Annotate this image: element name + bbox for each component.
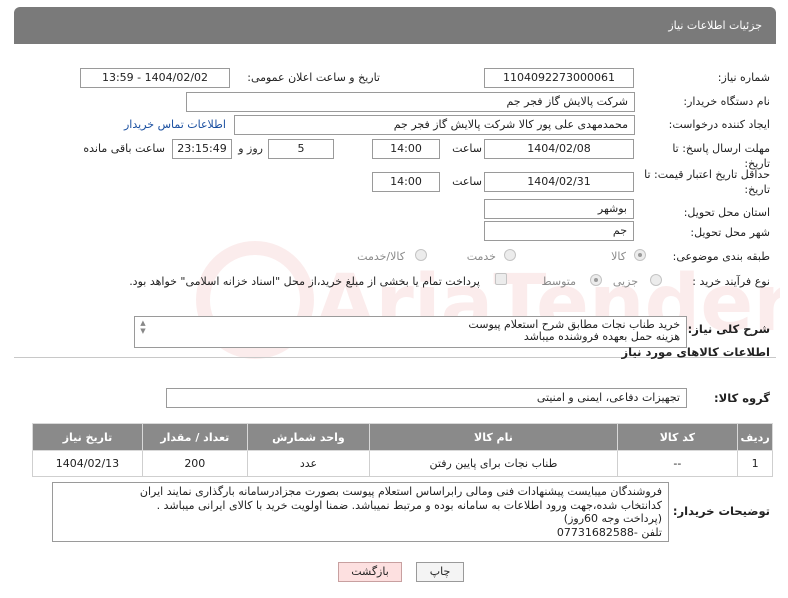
- purchase-radio-minor[interactable]: [650, 274, 662, 286]
- textarea-scroll-icon[interactable]: ▲ ▼: [137, 319, 149, 337]
- announce-datetime-label: تاریخ و ساعت اعلان عمومی:: [247, 71, 380, 84]
- page-title: جزئیات اطلاعات نیاز: [668, 19, 762, 32]
- days-label: روز و: [238, 142, 263, 155]
- cell-code: --: [616, 450, 739, 477]
- province-label: استان محل تحویل:: [683, 206, 770, 219]
- requester-field: محمدمهدی علی پور کالا شرکت پالایش گاز فج…: [234, 115, 635, 135]
- price-validity-time-field: 14:00: [372, 172, 440, 192]
- price-validity-time-label: ساعت: [452, 175, 482, 188]
- deadline-time-field: 14:00: [372, 139, 440, 159]
- remaining-label: ساعت باقی مانده: [83, 142, 165, 155]
- table-row: 1 -- طناب نجات برای پایین رفتن عدد 200 1…: [32, 450, 773, 477]
- treasury-payment-checkbox[interactable]: [495, 273, 507, 285]
- goods-table: ردیف کد کالا نام کالا واحد شمارش تعداد /…: [32, 423, 773, 477]
- cell-quantity: 200: [141, 450, 248, 477]
- buyer-notes-label: توضیحات خریدار:: [672, 504, 770, 518]
- price-validity-label: حداقل تاریخ اعتبار قیمت: تا تاریخ:: [644, 168, 770, 196]
- category-label: طبقه بندی موضوعی:: [672, 250, 770, 263]
- col-unit: واحد شمارش: [246, 423, 371, 451]
- cell-name: طناب نجات برای پایین رفتن: [369, 450, 618, 477]
- purchase-radio-medium[interactable]: [590, 274, 602, 286]
- description-label: شرح کلی نیاز:: [687, 322, 770, 336]
- price-validity-date-field: 1404/02/31: [484, 172, 634, 192]
- description-textarea[interactable]: خرید طناب نجات مطابق شرح استعلام پیوست ه…: [134, 316, 687, 348]
- purchase-option-medium: متوسط: [541, 275, 576, 288]
- deadline-time-label: ساعت: [452, 142, 482, 155]
- category-radio-goods[interactable]: [634, 249, 646, 261]
- buyer-notes-textarea[interactable]: فروشندگان میبایست پیشنهادات فنی ومالی را…: [52, 482, 669, 542]
- cell-unit: عدد: [246, 450, 371, 477]
- buyer-notes-line-1: فروشندگان میبایست پیشنهادات فنی ومالی را…: [139, 485, 662, 498]
- treasury-payment-note: پرداخت تمام یا بخشی از مبلغ خرید،از محل …: [129, 275, 480, 288]
- requester-label: ایجاد کننده درخواست:: [668, 118, 770, 131]
- announce-datetime-field: 1404/02/02 - 13:59: [80, 68, 230, 88]
- description-line-2: هزینه حمل بعهده فروشنده میباشد: [523, 330, 680, 343]
- buyer-org-label: نام دستگاه خریدار:: [683, 95, 770, 108]
- header-bar: جزئیات اطلاعات نیاز: [14, 7, 776, 44]
- buyer-notes-line-2: کدانتخاب شده،جهت ورود اطلاعات به سامانه …: [156, 498, 662, 512]
- remaining-time-field: 23:15:49: [172, 139, 232, 159]
- city-field: جم: [484, 221, 634, 241]
- deadline-days-field: 5: [268, 139, 334, 159]
- cell-need-date: 1404/02/13: [32, 450, 143, 477]
- buyer-contact-link[interactable]: اطلاعات تماس خریدار: [124, 118, 226, 131]
- col-need-date: تاریخ نیاز: [32, 423, 143, 451]
- province-field: بوشهر: [484, 199, 634, 219]
- purchase-option-minor: جزیی: [612, 275, 638, 288]
- col-code: کد کالا: [616, 423, 739, 451]
- category-radio-goods-service[interactable]: [415, 249, 427, 261]
- city-label: شهر محل تحویل:: [690, 226, 770, 239]
- col-name: نام کالا: [369, 423, 618, 451]
- category-option-goods: کالا: [611, 250, 626, 263]
- need-number-label: شماره نیاز:: [717, 71, 770, 84]
- col-quantity: تعداد / مقدار: [141, 423, 248, 451]
- category-option-goods-service: کالا/خدمت: [357, 250, 405, 263]
- goods-group-field: تجهیزات دفاعی، ایمنی و امنیتی: [166, 388, 687, 408]
- goods-group-label: گروه کالا:: [714, 391, 770, 405]
- print-button[interactable]: چاپ: [416, 562, 464, 582]
- category-option-service: خدمت: [466, 250, 496, 263]
- category-radio-service[interactable]: [504, 249, 516, 261]
- buyer-notes-line-3: (پرداخت وجه 60روز): [563, 512, 662, 525]
- deadline-date-field: 1404/02/08: [484, 139, 634, 159]
- buyer-notes-line-4: تلفن -07731682588: [556, 525, 662, 539]
- goods-info-title: اطلاعات کالاهای مورد نیاز: [621, 345, 770, 359]
- need-number-field: 1104092273000061: [484, 68, 634, 88]
- cell-row: 1: [737, 450, 773, 477]
- goods-table-header: ردیف کد کالا نام کالا واحد شمارش تعداد /…: [32, 423, 773, 451]
- buyer-org-field: شرکت پالایش گاز فجر جم: [186, 92, 635, 112]
- purchase-type-label: نوع فرآیند خرید :: [692, 275, 770, 288]
- back-button[interactable]: بازگشت: [338, 562, 402, 582]
- col-row: ردیف: [737, 423, 773, 451]
